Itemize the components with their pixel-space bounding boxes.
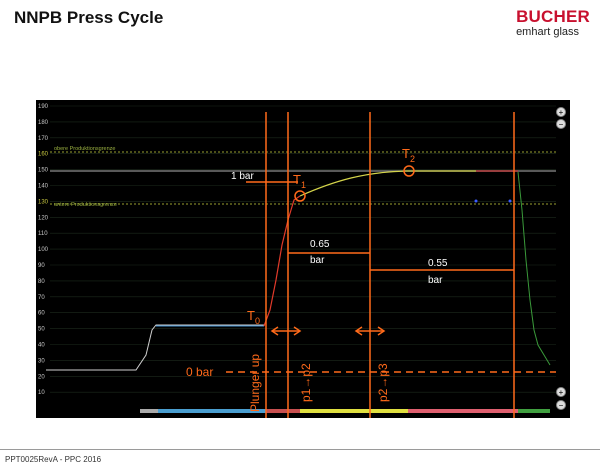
svg-text:+: +	[559, 108, 564, 117]
y-tick-label: 40	[38, 343, 45, 349]
svg-text:−: −	[559, 120, 564, 129]
zoom-out-top-button[interactable]: −	[556, 119, 566, 130]
zero-bar-label: 0 bar	[186, 365, 213, 379]
timeline-bar	[140, 409, 550, 413]
y-tick-label: 70	[38, 295, 45, 301]
logo-brand: BUCHER	[516, 7, 590, 26]
svg-text:−: −	[559, 401, 564, 410]
y-tick-label: 180	[38, 120, 49, 126]
p065-unit: bar	[310, 255, 325, 266]
plunger-up-label: Plunger up	[248, 354, 262, 412]
footer-divider	[0, 449, 600, 450]
page-title: NNPB Press Cycle	[14, 8, 164, 27]
zoom-in-bottom-button[interactable]: +	[556, 387, 566, 398]
logo-subtitle: emhart glass	[516, 26, 580, 38]
y-tick-label: 10	[38, 390, 45, 396]
footer-text: PPT0025RevA - PPC 2016	[5, 455, 102, 464]
oscilloscope-screen: 190 180 170 160 150 140 130 120 110 100 90 80 70 60 50…	[36, 100, 570, 418]
y-tick-label: 190	[38, 104, 49, 110]
y-tick-label: 80	[38, 279, 45, 285]
y-tick-label: 20	[38, 374, 45, 380]
blue-marker-2	[508, 199, 512, 203]
y-tick-label: 110	[38, 231, 48, 237]
zoom-out-bottom-button[interactable]: −	[556, 400, 566, 411]
lower-limit-label: untere Produktionsgrenze	[54, 202, 117, 208]
y-tick-label: 30	[38, 358, 45, 364]
y-tick-label: 60	[38, 311, 45, 317]
y-tick-label: 130	[38, 199, 49, 205]
p2-p3-label: p2→p3	[376, 363, 390, 402]
y-tick-label: 50	[38, 327, 45, 333]
upper-limit-label: obere Produktionsgrenze	[54, 146, 115, 152]
zoom-in-top-button[interactable]: +	[556, 107, 566, 118]
blue-marker-1	[474, 199, 478, 203]
p055-unit: bar	[428, 275, 443, 286]
one-bar-label: 1 bar	[231, 171, 254, 182]
p055-value: 0.55	[428, 258, 448, 269]
y-tick-label: 100	[38, 247, 49, 253]
company-logo: BUCHER emhart glass	[516, 7, 590, 39]
y-tick-label: 140	[38, 184, 49, 190]
y-tick-label: 160	[38, 152, 49, 158]
p1-p2-label: p1→p2	[299, 363, 313, 402]
y-tick-label: 90	[38, 263, 45, 269]
y-tick-label: 170	[38, 136, 49, 142]
y-tick-label: 150	[38, 168, 49, 174]
p065-value: 0.65	[310, 239, 330, 250]
y-tick-label: 120	[38, 215, 49, 221]
svg-text:+: +	[559, 388, 564, 397]
